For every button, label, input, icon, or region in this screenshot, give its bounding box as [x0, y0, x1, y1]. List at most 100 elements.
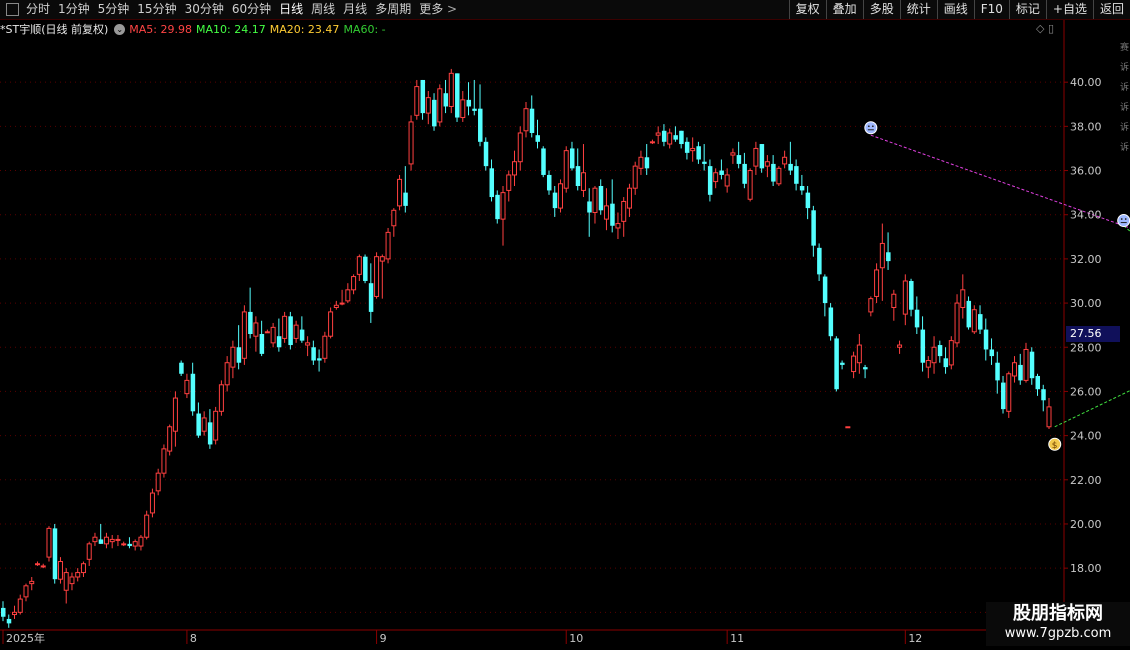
- candle-body: [132, 541, 138, 547]
- support-line-1: [1054, 390, 1130, 428]
- candle-body: [345, 289, 351, 302]
- candle-body: [144, 514, 150, 538]
- x-tick-label: 11: [730, 632, 744, 645]
- candle-body: [1023, 348, 1029, 381]
- candle-body: [655, 132, 661, 136]
- candle-body: [598, 186, 604, 211]
- money-bag-icon: $: [1048, 437, 1062, 451]
- candle-body: [264, 331, 270, 334]
- candle-body: [845, 426, 851, 429]
- y-tick-label: 36.00: [1070, 165, 1102, 178]
- candle-body: [98, 539, 104, 544]
- y-tick-label: 28.00: [1070, 341, 1102, 354]
- candle-body: [1035, 375, 1041, 390]
- candle-body: [753, 147, 759, 167]
- candle-body: [276, 336, 282, 348]
- sell-signal-icon: [864, 121, 878, 135]
- candle-body: [241, 311, 247, 359]
- candle-body: [702, 161, 707, 164]
- svg-text:$: $: [1052, 441, 1058, 451]
- current-price-tag: 27.56: [1066, 326, 1120, 342]
- candle-body: [925, 360, 931, 368]
- y-tick-label: 34.00: [1070, 209, 1102, 222]
- candle-body: [339, 302, 345, 305]
- candle-body: [1029, 351, 1035, 379]
- candle-body: [610, 203, 615, 226]
- y-axis: 16.0018.0020.0022.0024.0026.0028.0030.00…: [1064, 76, 1102, 619]
- candle-body: [954, 302, 960, 344]
- candle-body: [322, 335, 328, 359]
- candle-body: [667, 132, 673, 145]
- candle-body: [236, 347, 242, 363]
- candle-body: [879, 242, 885, 269]
- candle-body: [851, 355, 857, 373]
- candle-body: [512, 161, 518, 176]
- candle-body: [288, 316, 293, 346]
- candle-body: [840, 362, 845, 365]
- candle-body: [684, 141, 690, 153]
- candle-body: [569, 148, 575, 169]
- candle-body: [897, 344, 903, 348]
- candle-body: [500, 192, 506, 220]
- candle-body: [995, 362, 1000, 381]
- candle-body: [363, 256, 368, 281]
- candle-body: [529, 108, 535, 133]
- candle-body: [649, 141, 655, 144]
- candle-body: [259, 334, 265, 354]
- candle-body: [834, 338, 839, 390]
- candle-body: [690, 147, 696, 152]
- candle-body: [155, 472, 161, 492]
- candle-body: [580, 172, 586, 191]
- candle-body: [822, 276, 828, 304]
- candle-body: [817, 247, 822, 275]
- candle-body: [736, 155, 742, 164]
- candle-body: [856, 344, 862, 364]
- candle-body: [311, 347, 316, 361]
- candle-body: [1046, 406, 1052, 428]
- candle-body: [764, 161, 770, 167]
- candle-body: [948, 340, 954, 366]
- candle-body: [638, 156, 644, 169]
- candle-body: [425, 97, 431, 114]
- y-tick-label: 38.00: [1070, 120, 1102, 133]
- candle-body: [713, 172, 719, 183]
- x-tick-label: 2025年: [6, 631, 45, 645]
- candle-body: [379, 256, 385, 262]
- candle-body: [230, 346, 236, 368]
- candle-body: [575, 166, 581, 186]
- candle-body: [305, 342, 311, 346]
- candle-body: [46, 527, 52, 558]
- candle-body: [920, 329, 926, 363]
- candle-body: [109, 538, 115, 543]
- candle-body: [552, 192, 558, 209]
- candle-body: [902, 280, 908, 315]
- candle-body: [391, 209, 397, 227]
- candle-body: [317, 358, 322, 361]
- y-tick-label: 22.00: [1070, 474, 1102, 487]
- candle-body: [478, 108, 483, 142]
- candle-body: [1006, 373, 1012, 412]
- candle-body: [414, 86, 420, 116]
- chart-grid: [0, 20, 1130, 631]
- watermark-url: www.7gpzb.com: [1004, 626, 1112, 641]
- candle-body: [460, 99, 466, 119]
- candle-body: [207, 422, 213, 445]
- candle-body: [724, 174, 730, 187]
- candle-body: [455, 73, 460, 118]
- candlestick-chart[interactable]: $$$$ 16.0018.0020.0022.0024.0026.0028.00…: [0, 0, 1130, 650]
- candle-body: [179, 362, 184, 374]
- candle-body: [201, 417, 207, 432]
- candle-body: [799, 186, 805, 191]
- candle-body: [196, 413, 201, 436]
- candle-body: [673, 135, 678, 140]
- candle-body: [299, 329, 305, 341]
- candle-body: [587, 201, 592, 213]
- candle-body: [592, 187, 598, 214]
- candle-body: [966, 300, 972, 328]
- candle-body: [679, 130, 684, 145]
- candle-body: [374, 256, 380, 297]
- x-tick-label: 8: [190, 632, 197, 645]
- candle-body: [138, 536, 144, 547]
- y-tick-label: 32.00: [1070, 253, 1102, 266]
- candle-body: [891, 293, 897, 308]
